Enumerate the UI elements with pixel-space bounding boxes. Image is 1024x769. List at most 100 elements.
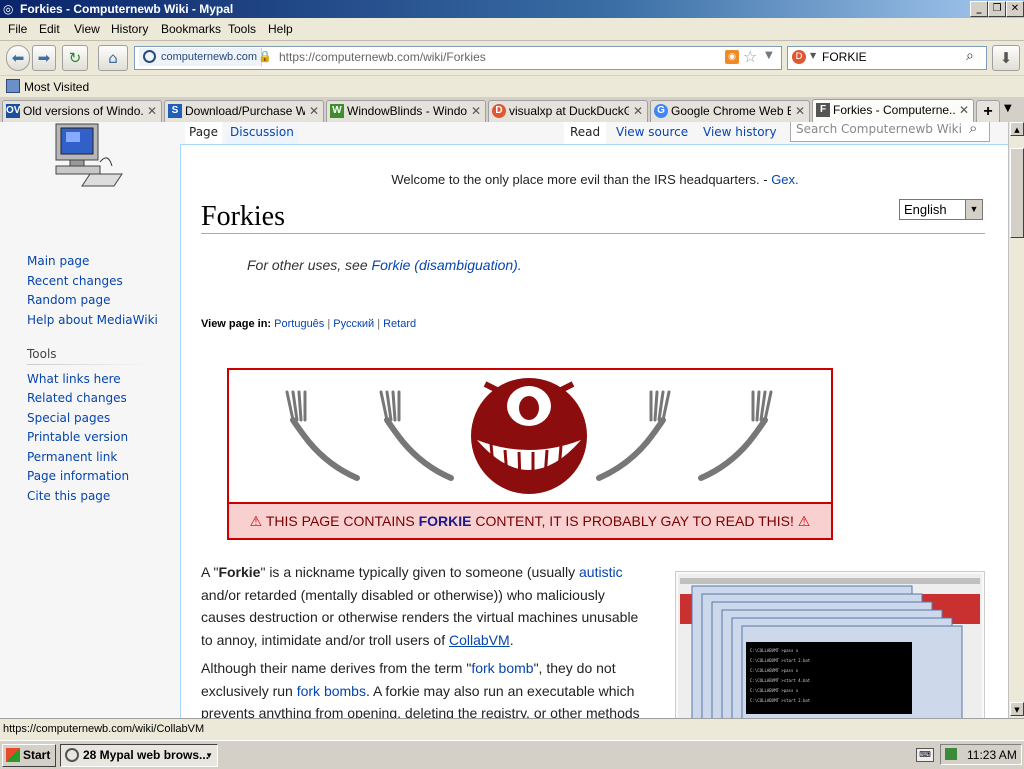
sidebar-item-printable-version[interactable]: Printable version (27, 430, 128, 444)
bookmark-star-icon[interactable]: ☆ (743, 47, 757, 66)
search-icon[interactable]: ⌕ (969, 122, 977, 137)
sidebar-item-cite-this-page[interactable]: Cite this page (27, 489, 110, 503)
link-fork-bombs[interactable]: fork bombs (297, 683, 366, 699)
link-collabvm[interactable]: CollabVM (449, 632, 510, 648)
scrollbar-thumb[interactable] (1010, 148, 1024, 238)
tab-list-dropdown-icon[interactable]: ▼ (1004, 103, 1012, 114)
paragraph-2: Although their name derives from the ter… (201, 660, 640, 718)
menu-tools[interactable]: Tools (228, 22, 256, 36)
menu-bar: File Edit View History Bookmarks Tools H… (0, 18, 1024, 41)
sidebar-item-page-information[interactable]: Page information (27, 469, 129, 483)
mypal-app-icon (65, 748, 79, 762)
clock[interactable]: 11:23 AM (967, 748, 1017, 762)
home-button[interactable]: ⌂ (98, 45, 128, 71)
chevron-down-icon[interactable]: ▼ (965, 200, 982, 219)
scroll-up-icon[interactable]: ▲ (1010, 122, 1024, 136)
fork-icon (596, 390, 671, 481)
language-link-russian[interactable]: Русский (333, 318, 374, 330)
browser-app-icon: ◎ (3, 2, 14, 16)
close-button[interactable]: ✕ (1006, 1, 1024, 17)
back-button[interactable]: ⬅ (6, 45, 30, 71)
menu-history[interactable]: History (111, 22, 148, 36)
tab-close-icon[interactable]: ✕ (309, 101, 319, 122)
maximize-button[interactable]: ❐ (988, 1, 1006, 17)
view-page-in-label: View page in: (201, 318, 272, 330)
menu-help[interactable]: Help (268, 22, 293, 36)
sidebar-item-main-page[interactable]: Main page (27, 254, 89, 268)
rss-feed-icon[interactable]: ◉ (725, 50, 739, 64)
search-bar[interactable]: D ▼ FORKIE ⌕ (787, 46, 987, 70)
tab-close-icon[interactable]: ✕ (959, 100, 969, 121)
most-visited-bookmark[interactable]: Most Visited (24, 80, 89, 94)
menu-edit[interactable]: Edit (39, 22, 60, 36)
reload-icon: ↻ (68, 49, 82, 67)
windows-logo-icon (6, 748, 20, 762)
language-link-retard[interactable]: Retard (383, 318, 416, 330)
globe-icon (143, 50, 156, 63)
tab-duckduckgo[interactable]: D visualxp at DuckDuckGo ✕ (488, 100, 648, 122)
tab-download-purchase[interactable]: S Download/Purchase W... ✕ (164, 100, 324, 122)
sidebar-item-what-links-here[interactable]: What links here (27, 372, 121, 386)
tab-forkies-active[interactable]: F Forkies - Computerne... ✕ (812, 99, 974, 122)
wiki-search-input[interactable]: Search Computernewb Wiki ⌕ (790, 122, 990, 142)
tab-view-history[interactable]: View history (699, 122, 781, 146)
url-dropdown-icon[interactable]: ▼ (765, 50, 773, 61)
sidebar-item-random-page[interactable]: Random page (27, 293, 110, 307)
tab-read[interactable]: Read (564, 122, 607, 145)
language-select[interactable]: English ▼ (899, 199, 983, 220)
tab-old-versions[interactable]: OV Old versions of Windo... ✕ (2, 100, 162, 122)
taskbar: Start 28 Mypal web brows... ▼ ⌨ 11:23 AM (0, 740, 1024, 769)
start-button[interactable]: Start (2, 744, 56, 767)
link-autistic[interactable]: autistic (579, 564, 623, 580)
tab-close-icon[interactable]: ✕ (147, 101, 157, 122)
engine-dropdown-icon[interactable]: ▼ (810, 51, 816, 60)
sidebar-item-related-changes[interactable]: Related changes (27, 391, 127, 405)
tab-page[interactable]: Page (185, 122, 223, 145)
language-link-portuguese[interactable]: Português (274, 318, 324, 330)
search-icon[interactable]: ⌕ (966, 48, 974, 64)
address-bar[interactable]: computernewb.com 🔒 https://computernewb.… (134, 46, 782, 70)
svg-text:C:\COLLABVMT >pass x: C:\COLLABVMT >pass x (750, 688, 799, 693)
sidebar-item-permanent-link[interactable]: Permanent link (27, 450, 117, 464)
reload-button[interactable]: ↻ (62, 45, 88, 71)
menu-bookmarks[interactable]: Bookmarks (161, 22, 221, 36)
taskbar-button-mypal[interactable]: 28 Mypal web brows... ▼ (60, 744, 218, 767)
downloads-button[interactable]: ⬇ (992, 45, 1020, 71)
chrome-favicon-icon: G (654, 104, 668, 118)
menu-file[interactable]: File (8, 22, 27, 36)
new-tab-button[interactable]: + (976, 100, 1000, 122)
menu-view[interactable]: View (74, 22, 100, 36)
sidebar-item-help[interactable]: Help about MediaWiki (27, 313, 158, 327)
tab-discussion[interactable]: Discussion (226, 122, 298, 146)
keyboard-tray-icon[interactable]: ⌨ (916, 748, 934, 762)
fork-icon (379, 390, 454, 481)
duckduckgo-engine-icon[interactable]: D (792, 50, 806, 64)
article-thumbnail[interactable]: C:\COLLABVMT >pass x C:\COLLABVMT >start … (675, 571, 985, 718)
page-viewport: Main page Recent changes Random page Hel… (0, 122, 1008, 718)
banner-text-post: CONTENT, IT IS PROBABLY GAY TO READ THIS… (475, 513, 794, 529)
minimize-button[interactable]: _ (970, 1, 988, 17)
tab-windowblinds[interactable]: W WindowBlinds - Windo... ✕ (326, 100, 486, 122)
tab-chrome-web-store[interactable]: G Google Chrome Web B... ✕ (650, 100, 810, 122)
forward-button[interactable]: ➡ (32, 45, 56, 71)
sidebar-item-special-pages[interactable]: Special pages (27, 411, 110, 425)
network-tray-icon[interactable] (945, 748, 957, 760)
sidebar-item-recent-changes[interactable]: Recent changes (27, 274, 123, 288)
tab-close-icon[interactable]: ✕ (633, 101, 643, 122)
search-input[interactable]: FORKIE (822, 50, 867, 64)
tab-close-icon[interactable]: ✕ (471, 101, 481, 122)
site-identity[interactable]: computernewb.com (139, 48, 262, 66)
tab-label: Forkies - Computerne... (833, 103, 955, 117)
taskbar-button-label: 28 Mypal web brows... (83, 748, 210, 762)
site-notice-author-link[interactable]: Gex. (771, 172, 798, 187)
vertical-scrollbar[interactable]: ▲ ▼ (1008, 122, 1024, 718)
tab-view-source[interactable]: View source (612, 122, 692, 146)
hatnote-link[interactable]: Forkie (disambiguation). (372, 257, 522, 273)
site-logo[interactable] (52, 122, 124, 188)
scroll-down-icon[interactable]: ▼ (1010, 702, 1024, 716)
tab-close-icon[interactable]: ✕ (795, 101, 805, 122)
hatnote: For other uses, see Forkie (disambiguati… (247, 257, 522, 273)
link-fork-bomb[interactable]: fork bomb (471, 660, 533, 676)
banner-text-pre: THIS PAGE CONTAINS (265, 513, 415, 529)
banner-warning-text: ⚠ THIS PAGE CONTAINS FORKIE CONTENT, IT … (229, 502, 831, 538)
